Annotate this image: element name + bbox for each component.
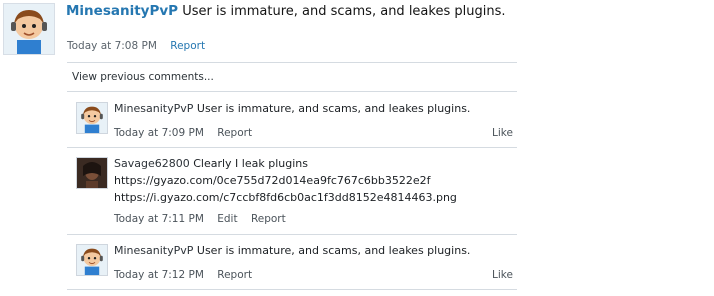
avatar-photo-icon	[77, 158, 107, 188]
comment-message: User is immature, and scams, and leakes …	[196, 244, 471, 257]
comment-message: Clearly I leak plugins	[193, 157, 308, 170]
comment-avatar[interactable]	[76, 102, 108, 134]
avatar-boy-icon	[77, 245, 107, 275]
comment-meta: Today at 7:11 PM Edit Report	[114, 213, 296, 225]
post-username[interactable]: MinesanityPvP	[66, 3, 178, 19]
comment-message-line: Savage62800 Clearly I leak plugins	[114, 157, 308, 171]
comment-message: User is immature, and scams, and leakes …	[196, 102, 471, 115]
comment-message-line: MinesanityPvP User is immature, and scam…	[114, 102, 470, 116]
post-timestamp[interactable]: Today at 7:08 PM	[67, 40, 157, 52]
comment-link[interactable]: https://i.gyazo.com/c7ccbf8fd6cb0ac1f3dd…	[114, 191, 457, 205]
comment-like-button[interactable]: Like	[492, 269, 513, 281]
post-avatar[interactable]	[3, 3, 55, 55]
comment-report-link[interactable]: Report	[217, 127, 252, 139]
post-report-link[interactable]: Report	[170, 40, 205, 52]
comment-avatar[interactable]	[76, 244, 108, 276]
comment-meta: Today at 7:12 PM Report	[114, 269, 262, 281]
comment-username[interactable]: MinesanityPvP	[114, 244, 193, 257]
post-meta: Today at 7:08 PM Report	[67, 40, 205, 52]
comment-avatar[interactable]	[76, 157, 108, 189]
comment-timestamp[interactable]: Today at 7:09 PM	[114, 127, 204, 139]
comment-report-link[interactable]: Report	[251, 213, 286, 225]
comment-timestamp[interactable]: Today at 7:11 PM	[114, 213, 204, 225]
divider	[67, 147, 517, 148]
comment-username[interactable]: MinesanityPvP	[114, 102, 193, 115]
comment-report-link[interactable]: Report	[217, 269, 252, 281]
post-message-line: MinesanityPvP User is immature, and scam…	[66, 3, 505, 20]
comment-timestamp[interactable]: Today at 7:12 PM	[114, 269, 204, 281]
divider	[67, 289, 517, 290]
divider	[67, 234, 517, 235]
post-message: User is immature, and scams, and leakes …	[182, 4, 506, 19]
comment-username[interactable]: Savage62800	[114, 157, 190, 170]
comment-meta: Today at 7:09 PM Report	[114, 127, 262, 139]
view-previous-comments-link[interactable]: View previous comments...	[72, 71, 214, 83]
divider	[67, 91, 517, 92]
divider	[67, 62, 517, 63]
avatar-boy-icon	[4, 4, 54, 54]
comment-link[interactable]: https://gyazo.com/0ce755d72d014ea9fc767c…	[114, 174, 431, 188]
comment-message-line: MinesanityPvP User is immature, and scam…	[114, 244, 470, 258]
comment-like-button[interactable]: Like	[492, 127, 513, 139]
comment-edit-link[interactable]: Edit	[217, 213, 237, 225]
avatar-boy-icon	[77, 103, 107, 133]
